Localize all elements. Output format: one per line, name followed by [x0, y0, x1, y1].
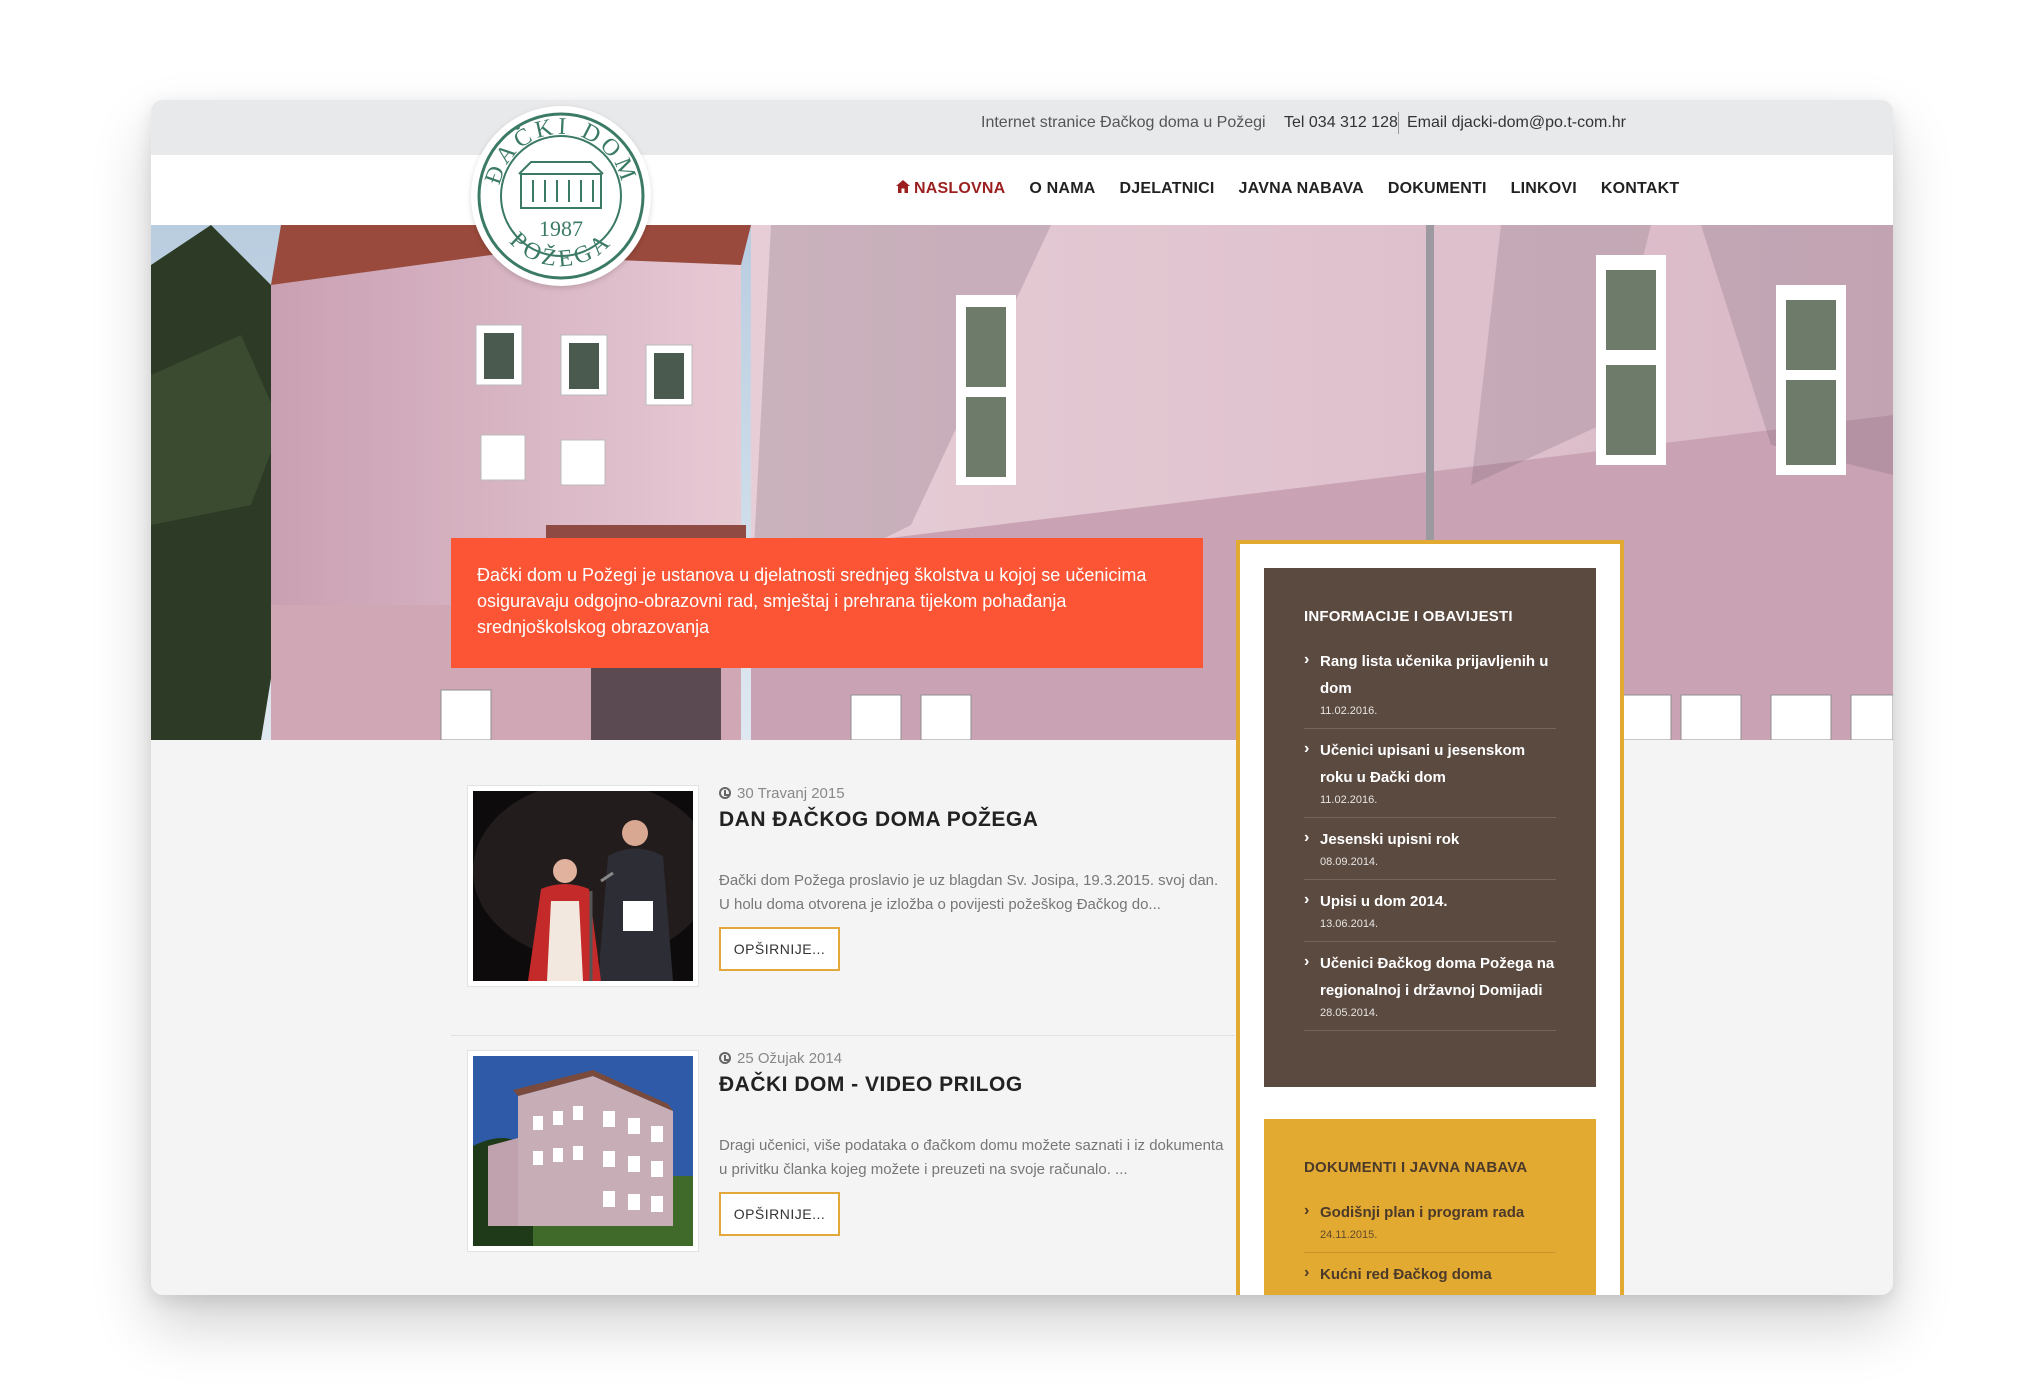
- main-navbar: NASLOVNA O NAMA DJELATNICI JAVNA NABAVA …: [151, 155, 1893, 225]
- nav-item-linkovi[interactable]: LINKOVI: [1511, 180, 1577, 198]
- widget-title: DOKUMENTI I JAVNA NABAVA: [1304, 1159, 1528, 1176]
- nav-item-javna-nabava[interactable]: JAVNA NABAVA: [1239, 180, 1364, 198]
- chevron-right-icon: ›: [1304, 1202, 1310, 1219]
- nav-item-o-nama[interactable]: O NAMA: [1029, 180, 1095, 198]
- widget-title: INFORMACIJE I OBAVIJESTI: [1304, 608, 1513, 625]
- logo-year: 1987: [539, 216, 583, 241]
- list-item[interactable]: › Jesenski upisni rok 08.09.2014.: [1304, 826, 1556, 880]
- nav-item-naslovna[interactable]: NASLOVNA: [896, 180, 1005, 198]
- widget-informacije: INFORMACIJE I OBAVIJESTI › Rang lista uče…: [1264, 568, 1596, 1087]
- list-item[interactable]: › Upisi u dom 2014. 13.06.2014.: [1304, 888, 1556, 942]
- article-date: 25 Ožujak 2014: [719, 1050, 842, 1067]
- phone-number: Tel 034 312 128: [1284, 114, 1398, 131]
- site-logo[interactable]: ĐAČKI DOM POŽEGA 1987: [471, 106, 651, 286]
- article-excerpt: Dragi učenici, više podataka o đačkom do…: [719, 1137, 1224, 1178]
- article-photo-building: [473, 1056, 693, 1246]
- widget-dokumenti: DOKUMENTI I JAVNA NABAVA › Godišnji plan …: [1264, 1119, 1596, 1295]
- clock-icon: [719, 1052, 731, 1064]
- email-contact[interactable]: Email djacki-dom@po.t-com.hr: [1407, 114, 1626, 132]
- news-list: › Rang lista učenika prijavljenih u dom 11…: [1304, 648, 1556, 1039]
- clock-icon: [719, 787, 731, 799]
- article-excerpt: Đački dom Požega proslavio je uz blagdan…: [719, 872, 1219, 913]
- browser-frame: Internet stranice Đačkog doma u Požegi T…: [151, 100, 1893, 1295]
- list-item[interactable]: › Rang lista učenika prijavljenih u dom 11…: [1304, 648, 1556, 729]
- top-info-bar: Internet stranice Đačkog doma u Požegi T…: [151, 100, 1893, 155]
- chevron-right-icon: ›: [1304, 740, 1310, 757]
- list-item[interactable]: › Godišnji plan i program rada 24.11.2015.: [1304, 1199, 1556, 1253]
- site-tagline: Internet stranice Đačkog doma u Požegi: [981, 114, 1266, 131]
- nav-item-kontakt[interactable]: KONTAKT: [1601, 180, 1679, 198]
- sidebar: INFORMACIJE I OBAVIJESTI › Rang lista uče…: [1236, 540, 1624, 1295]
- article-divider: [451, 1035, 1235, 1036]
- article-photo-speakers: [473, 791, 693, 981]
- article-thumbnail[interactable]: [467, 1050, 699, 1252]
- main-nav: NASLOVNA O NAMA DJELATNICI JAVNA NABAVA …: [896, 180, 1679, 198]
- chevron-right-icon: ›: [1304, 651, 1310, 668]
- logo-seal-icon: ĐAČKI DOM POŽEGA 1987: [477, 112, 645, 280]
- chevron-right-icon: ›: [1304, 953, 1310, 970]
- chevron-right-icon: ›: [1304, 891, 1310, 908]
- email-label: Email: [1407, 114, 1448, 131]
- article-date: 30 Travanj 2015: [719, 785, 845, 802]
- list-item[interactable]: › Učenici upisani u jesenskom roku u Đačk…: [1304, 737, 1556, 818]
- list-item[interactable]: › Učenici Đačkog doma Požega na regionaln…: [1304, 950, 1556, 1031]
- read-more-button[interactable]: OPŠIRNIJE...: [719, 927, 840, 971]
- documents-list: › Godišnji plan i program rada 24.11.2015.…: [1304, 1199, 1556, 1295]
- chevron-right-icon: ›: [1304, 1264, 1310, 1281]
- article-thumbnail[interactable]: [467, 785, 699, 987]
- nav-item-dokumenti[interactable]: DOKUMENTI: [1388, 180, 1487, 198]
- article-title[interactable]: ĐAČKI DOM - VIDEO PRILOG: [719, 1073, 1023, 1097]
- article-title[interactable]: DAN ĐAČKOG DOMA POŽEGA: [719, 808, 1038, 832]
- hero-intro-box: Đački dom u Požegi je ustanova u djelatn…: [451, 538, 1203, 668]
- read-more-button[interactable]: OPŠIRNIJE...: [719, 1192, 840, 1236]
- topbar-divider: [1398, 112, 1399, 134]
- nav-item-djelatnici[interactable]: DJELATNICI: [1119, 180, 1214, 198]
- home-icon: [896, 180, 910, 198]
- chevron-right-icon: ›: [1304, 829, 1310, 846]
- list-item[interactable]: › Kućni red Đačkog doma: [1304, 1261, 1556, 1295]
- email-link[interactable]: djacki-dom@po.t-com.hr: [1451, 114, 1626, 131]
- hero-intro-text: Đački dom u Požegi je ustanova u djelatn…: [477, 565, 1147, 637]
